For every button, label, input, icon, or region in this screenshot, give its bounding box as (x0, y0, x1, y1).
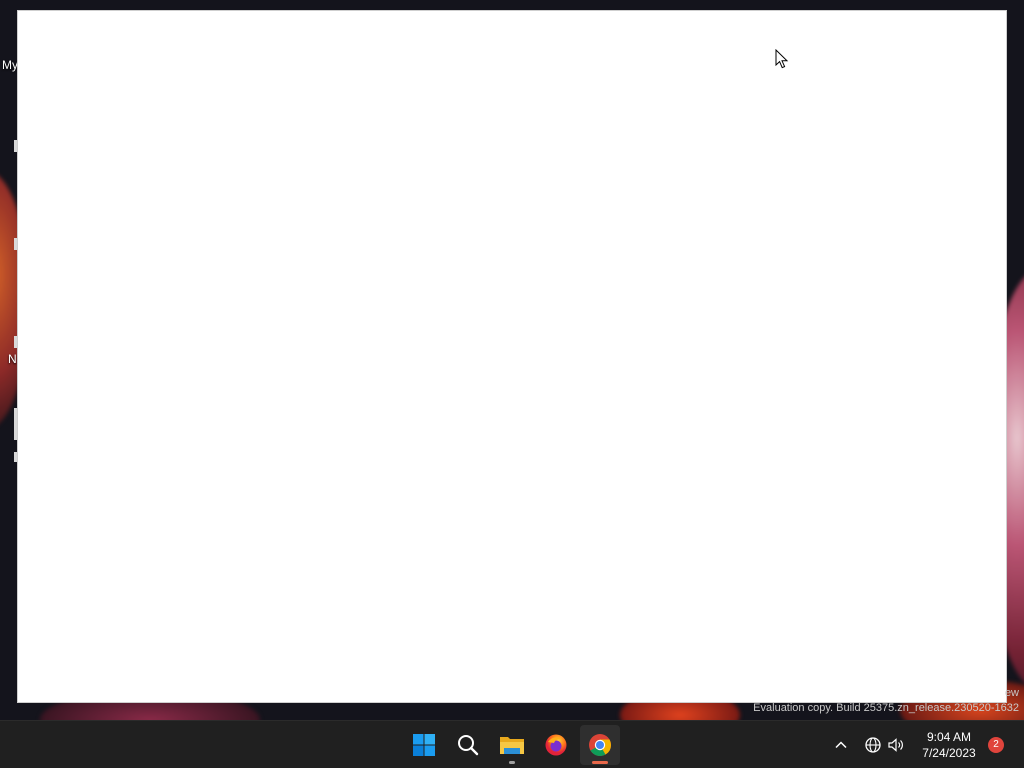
running-indicator (509, 761, 515, 764)
chevron-up-icon (835, 741, 847, 749)
network-icon (865, 737, 881, 753)
watermark-line: ew (1004, 687, 1019, 699)
desktop: My N ew Evaluation copy. Build 25375.zn_… (0, 0, 1024, 768)
chrome-icon (589, 734, 611, 756)
clock-time: 9:04 AM (926, 730, 972, 744)
windows-logo-icon (413, 734, 435, 756)
firefox-button[interactable] (536, 725, 576, 765)
volume-icon (888, 738, 903, 752)
desktop-icon-label[interactable]: N (8, 352, 17, 366)
desktop-icon-label[interactable]: My (2, 58, 18, 72)
search-icon (458, 735, 479, 756)
clock-date: 7/24/2023 (922, 746, 976, 760)
folder-icon (500, 737, 524, 754)
chrome-button[interactable] (580, 725, 620, 765)
clock-button[interactable]: 9:04 AM 7/24/2023 (912, 729, 986, 761)
app-window[interactable] (18, 11, 1006, 702)
start-button[interactable] (404, 725, 444, 765)
show-hidden-icons-button[interactable] (829, 733, 853, 757)
file-explorer-button[interactable] (492, 725, 532, 765)
evaluation-watermark: ew Evaluation copy. Build 25375.zn_relea… (753, 686, 1019, 716)
search-button[interactable] (448, 725, 488, 765)
taskbar: 9:04 AM 7/24/2023 2 (0, 720, 1024, 768)
network-button[interactable] (861, 733, 885, 757)
firefox-icon (545, 734, 567, 756)
active-indicator (592, 761, 608, 764)
notification-badge[interactable]: 2 (988, 737, 1004, 753)
watermark-line: Evaluation copy. Build 25375.zn_release.… (753, 702, 1019, 714)
volume-button[interactable] (884, 733, 908, 757)
mouse-cursor-icon (775, 49, 789, 69)
